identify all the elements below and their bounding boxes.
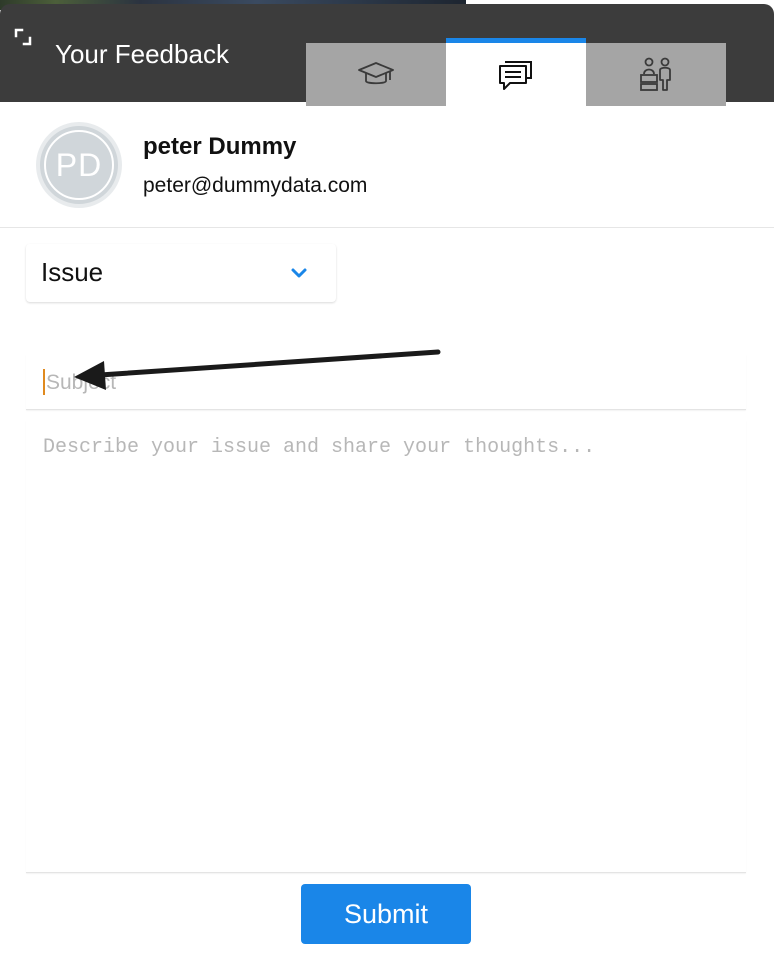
feedback-type-value: Issue <box>41 257 104 287</box>
subject-field <box>26 354 746 410</box>
panel-header: Your Feedback <box>0 4 774 106</box>
tab-bar <box>306 38 727 106</box>
avatar: PD <box>36 122 122 208</box>
tab-feedback[interactable] <box>446 38 586 106</box>
feedback-type-select[interactable]: Issue <box>26 244 336 302</box>
avatar-initials: PD <box>44 130 114 200</box>
expand-icon[interactable] <box>14 28 32 46</box>
panel-title: Your Feedback <box>55 39 229 69</box>
chat-bubbles-icon <box>497 58 535 92</box>
presenter-audience-icon <box>636 56 676 94</box>
description-field <box>26 420 746 873</box>
chevron-down-icon <box>290 266 308 280</box>
tab-presentation[interactable] <box>586 43 726 106</box>
subject-input[interactable] <box>43 368 726 398</box>
description-textarea[interactable] <box>43 436 733 856</box>
user-profile: PD peter Dummy peter@dummydata.com <box>0 102 774 228</box>
graduation-cap-icon <box>356 59 396 91</box>
submit-button[interactable]: Submit <box>301 884 471 944</box>
tab-learning[interactable] <box>306 43 446 106</box>
text-caret <box>43 369 45 395</box>
user-email: peter@dummydata.com <box>143 174 368 197</box>
user-name: peter Dummy <box>143 133 297 160</box>
feedback-panel: Your Feedback PD peter Dummy peter@dummy… <box>0 0 774 974</box>
